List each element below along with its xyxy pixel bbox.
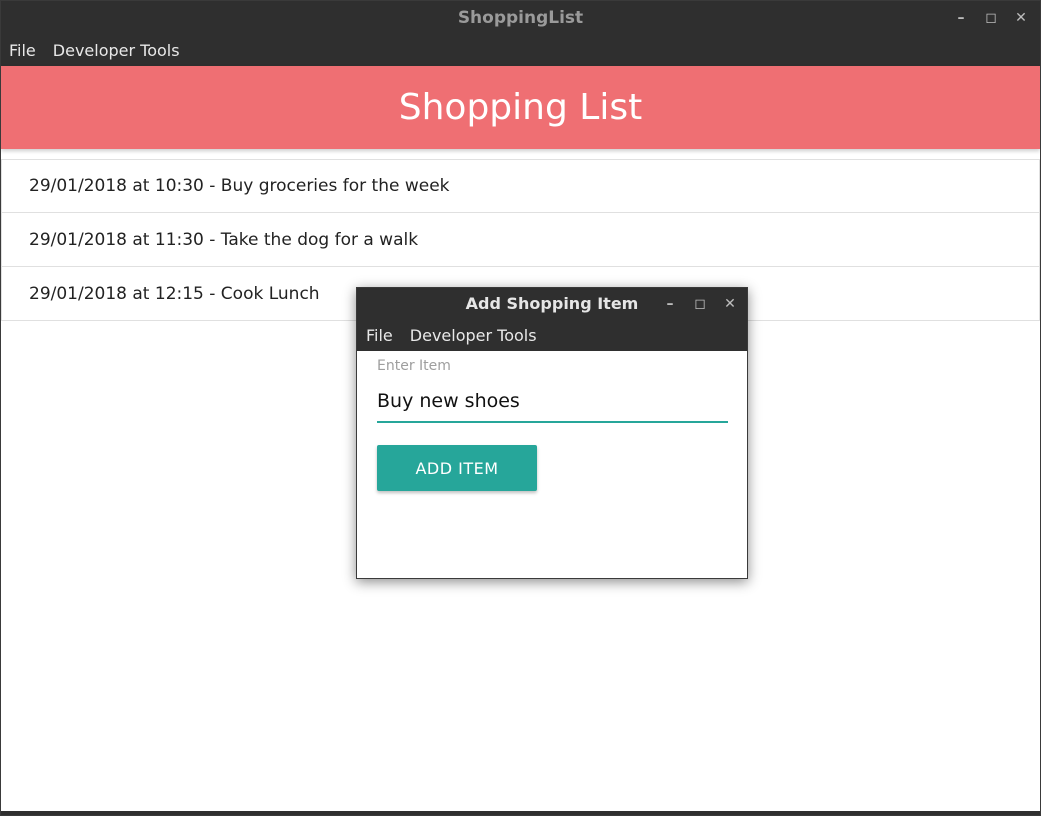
dialog-menubar: File Developer Tools [357, 319, 747, 351]
dialog-title: Add Shopping Item [465, 294, 639, 313]
list-item[interactable]: 29/01/2018 at 11:30 - Take the dog for a… [1, 213, 1040, 267]
menu-developer-tools[interactable]: Developer Tools [410, 326, 537, 345]
list-item-text: 29/01/2018 at 10:30 - Buy groceries for … [29, 176, 450, 196]
window-bottom-border [1, 811, 1040, 815]
maximize-icon[interactable]: ◻ [982, 9, 1000, 27]
maximize-icon[interactable]: ◻ [691, 295, 709, 313]
dialog-titlebar[interactable]: Add Shopping Item – ◻ ✕ [357, 288, 747, 319]
window-title: ShoppingList [457, 7, 584, 28]
dialog-window-controls: – ◻ ✕ [661, 288, 739, 319]
list-item-text: 29/01/2018 at 12:15 - Cook Lunch [29, 283, 320, 304]
main-menubar: File Developer Tools [1, 34, 1040, 66]
window-controls: – ◻ ✕ [952, 1, 1030, 34]
add-item-button[interactable]: ADD ITEM [377, 445, 537, 491]
main-titlebar[interactable]: ShoppingList – ◻ ✕ [1, 1, 1040, 34]
menu-file[interactable]: File [9, 41, 36, 60]
list-item[interactable]: 29/01/2018 at 10:30 - Buy groceries for … [1, 159, 1040, 213]
minimize-icon[interactable]: – [952, 9, 970, 27]
close-icon[interactable]: ✕ [721, 295, 739, 313]
item-input[interactable] [377, 381, 728, 423]
menu-developer-tools[interactable]: Developer Tools [53, 41, 180, 60]
menu-file[interactable]: File [366, 326, 393, 345]
list-item-text: 29/01/2018 at 11:30 - Take the dog for a… [29, 229, 419, 250]
item-field-label: Enter Item [377, 358, 451, 374]
dialog-body: Enter Item ADD ITEM [357, 351, 747, 578]
page-title: Shopping List [398, 87, 643, 128]
page-header: Shopping List [1, 66, 1040, 149]
add-item-dialog: Add Shopping Item – ◻ ✕ File Developer T… [356, 287, 748, 579]
minimize-icon[interactable]: – [661, 295, 679, 313]
close-icon[interactable]: ✕ [1012, 9, 1030, 27]
